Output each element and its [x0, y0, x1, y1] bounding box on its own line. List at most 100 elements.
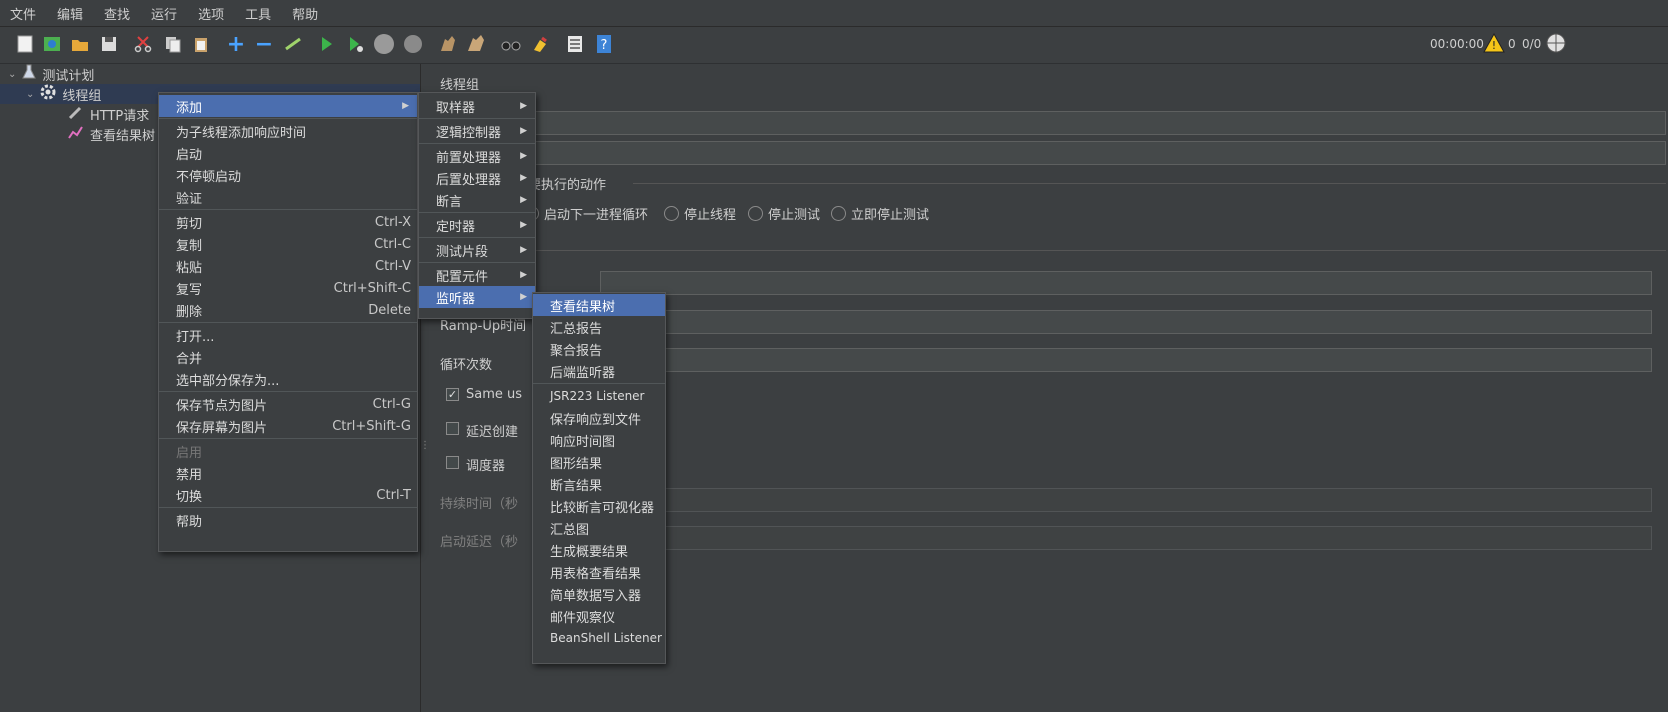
splitter-handle[interactable]: ⋮: [420, 440, 430, 462]
tree-node-http-request[interactable]: HTTP请求: [68, 104, 149, 124]
thread-count-input[interactable]: [600, 271, 1652, 295]
menu-item-paste[interactable]: 粘贴 Ctrl-V: [159, 255, 417, 277]
menu-item-validate[interactable]: 验证: [159, 186, 417, 208]
menu-item-duplicate[interactable]: 复写 Ctrl+Shift-C: [159, 277, 417, 299]
comments-input[interactable]: [440, 141, 1666, 165]
loop-count-input[interactable]: [600, 348, 1652, 372]
same-user-checkbox[interactable]: ✓: [446, 388, 459, 401]
start-no-pause-icon[interactable]: [343, 32, 367, 56]
menu-item-copy[interactable]: 复制 Ctrl-C: [159, 233, 417, 255]
listener-item-beanshell[interactable]: BeanShell Listener: [533, 627, 665, 649]
warning-icon[interactable]: !: [1483, 32, 1505, 57]
tree-node-test-plan[interactable]: ⌄ 测试计划: [8, 64, 94, 84]
same-user-label: Same us: [466, 387, 523, 402]
submenu-item-pre-processor[interactable]: 前置处理器 ▶: [419, 145, 535, 167]
listener-item-assertion-results[interactable]: 断言结果: [533, 473, 665, 495]
menu-item-add-response-time[interactable]: 为子线程添加响应时间: [159, 120, 417, 142]
collapse-icon[interactable]: −: [252, 32, 276, 57]
shutdown-icon[interactable]: [401, 32, 425, 56]
warning-count: 0: [1508, 37, 1516, 51]
menu-options[interactable]: 选项: [188, 4, 235, 23]
menu-item-disable[interactable]: 禁用: [159, 462, 417, 484]
radio-continue[interactable]: 启动下一进程循环: [524, 204, 648, 223]
listener-item-aggregate-report[interactable]: 聚合报告: [533, 338, 665, 360]
menu-tools[interactable]: 工具: [235, 4, 282, 23]
clear-icon[interactable]: [436, 32, 460, 56]
listener-item-graph-results[interactable]: 图形结果: [533, 451, 665, 473]
submenu-item-assertion[interactable]: 断言 ▶: [419, 189, 535, 211]
new-icon[interactable]: [13, 32, 37, 56]
cut-icon[interactable]: [131, 32, 155, 56]
chevron-down-icon[interactable]: ⌄: [8, 69, 16, 80]
delay-create-checkbox[interactable]: [446, 422, 459, 435]
listener-item-comparison-visualizer[interactable]: 比较断言可视化器: [533, 495, 665, 517]
separator: [419, 237, 535, 238]
remote-globe-icon[interactable]: [1545, 32, 1567, 58]
submenu-item-sampler[interactable]: 取样器 ▶: [419, 95, 535, 117]
save-icon[interactable]: [97, 32, 121, 56]
listener-item-generate-summary[interactable]: 生成概要结果: [533, 539, 665, 561]
menu-item-start[interactable]: 启动: [159, 142, 417, 164]
menu-item-delete[interactable]: 删除 Delete: [159, 299, 417, 321]
radio-stop-thread[interactable]: 停止线程: [664, 204, 736, 223]
startup-delay-input[interactable]: [600, 526, 1652, 550]
menu-item-toggle[interactable]: 切换 Ctrl-T: [159, 484, 417, 506]
listener-item-response-time-graph[interactable]: 响应时间图: [533, 429, 665, 451]
listener-item-summary-report[interactable]: 汇总报告: [533, 316, 665, 338]
submenu-item-timer[interactable]: 定时器 ▶: [419, 214, 535, 236]
listener-item-aggregate-graph[interactable]: 汇总图: [533, 517, 665, 539]
listener-item-view-results-table[interactable]: 用表格查看结果: [533, 561, 665, 583]
menu-edit[interactable]: 编辑: [47, 4, 94, 23]
radio-stop-test-now[interactable]: 立即停止测试: [831, 204, 929, 223]
submenu-item-listener[interactable]: 监听器 ▶: [419, 286, 535, 308]
menu-item-start-no-pause[interactable]: 不停顿启动: [159, 164, 417, 186]
menu-item-merge[interactable]: 合并: [159, 346, 417, 368]
name-input[interactable]: [440, 111, 1666, 135]
menu-item-save-screen-image[interactable]: 保存屏幕为图片 Ctrl+Shift-G: [159, 415, 417, 437]
chevron-right-icon: ▶: [402, 101, 409, 111]
menu-item-open[interactable]: 打开...: [159, 324, 417, 346]
scheduler-checkbox[interactable]: [446, 456, 459, 469]
submenu-item-test-fragment[interactable]: 测试片段 ▶: [419, 239, 535, 261]
reset-search-icon[interactable]: [528, 32, 552, 56]
menu-search[interactable]: 查找: [94, 4, 141, 23]
paste-icon[interactable]: [189, 32, 213, 56]
start-icon[interactable]: [314, 32, 338, 56]
listener-item-jsr223[interactable]: JSR223 Listener: [533, 385, 665, 407]
help-icon[interactable]: ?: [592, 32, 616, 56]
menu-item-help[interactable]: 帮助: [159, 509, 417, 531]
expand-icon[interactable]: +: [224, 32, 248, 57]
open-icon[interactable]: [68, 32, 92, 56]
listener-item-save-responses[interactable]: 保存响应到文件: [533, 407, 665, 429]
stop-icon[interactable]: [372, 32, 396, 56]
chevron-down-icon[interactable]: ⌄: [26, 89, 34, 100]
menu-item-save-selection[interactable]: 选中部分保存为...: [159, 368, 417, 390]
menu-item-cut[interactable]: 剪切 Ctrl-X: [159, 211, 417, 233]
menu-help[interactable]: 帮助: [282, 4, 329, 23]
submenu-item-post-processor[interactable]: 后置处理器 ▶: [419, 167, 535, 189]
menu-file[interactable]: 文件: [0, 4, 47, 23]
toggle-icon[interactable]: [281, 32, 305, 56]
rampup-input[interactable]: [600, 310, 1652, 334]
context-menu: 添加 ▶ 为子线程添加响应时间 启动 不停顿启动 验证 剪切 Ctrl-X 复制 Ct…: [158, 92, 418, 552]
clear-all-icon[interactable]: [464, 32, 488, 56]
menu-run[interactable]: 运行: [141, 4, 188, 23]
listener-item-mailer-visualizer[interactable]: 邮件观察仪: [533, 605, 665, 627]
menu-item-save-node-image[interactable]: 保存节点为图片 Ctrl-G: [159, 393, 417, 415]
submenu-item-config-element[interactable]: 配置元件 ▶: [419, 264, 535, 286]
radio-stop-test[interactable]: 停止测试: [748, 204, 820, 223]
listener-item-view-results-tree[interactable]: 查看结果树: [533, 294, 665, 316]
listener-submenu: 查看结果树 汇总报告 聚合报告 后端监听器 JSR223 Listener 保存…: [532, 292, 666, 664]
function-helper-icon[interactable]: [563, 32, 587, 56]
submenu-item-logic-controller[interactable]: 逻辑控制器 ▶: [419, 120, 535, 142]
duration-input[interactable]: [600, 488, 1652, 512]
listener-item-backend-listener[interactable]: 后端监听器: [533, 360, 665, 382]
menu-item-add[interactable]: 添加 ▶: [159, 95, 417, 117]
search-icon[interactable]: [499, 32, 523, 56]
templates-icon[interactable]: [40, 32, 64, 56]
tree-node-view-results-tree[interactable]: 查看结果树: [68, 124, 155, 144]
listener-item-simple-data-writer[interactable]: 简单数据写入器: [533, 583, 665, 605]
separator: [159, 322, 417, 323]
tree-node-thread-group[interactable]: ⌄ 线程组: [26, 84, 101, 104]
copy-icon[interactable]: [161, 32, 185, 56]
